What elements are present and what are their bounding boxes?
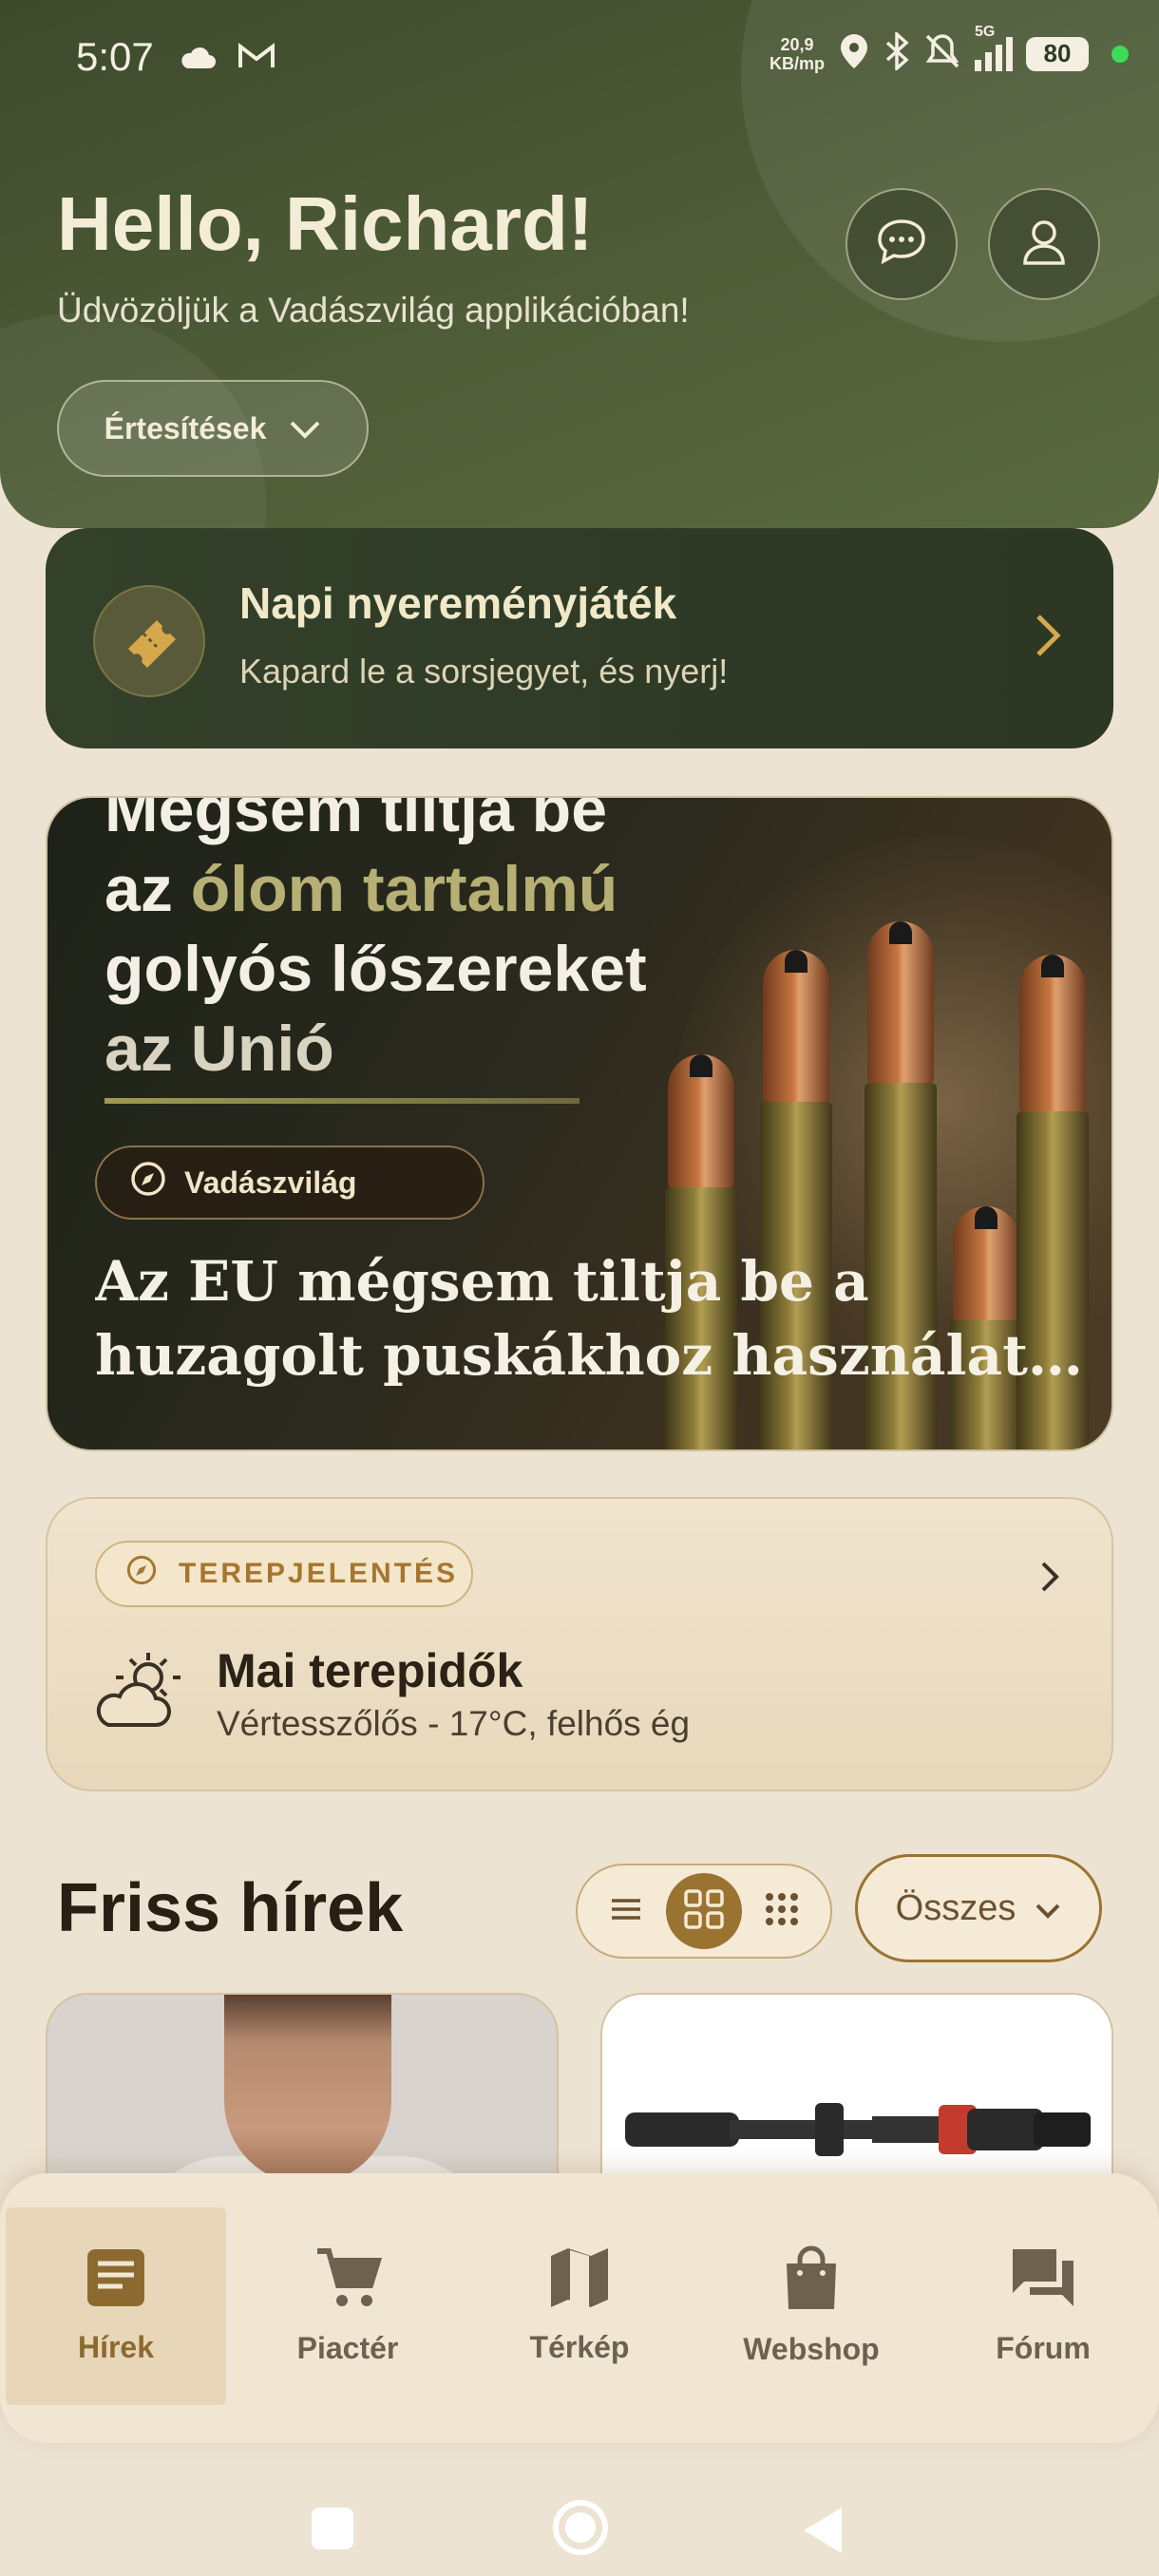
forum-icon xyxy=(1009,2245,1077,2318)
list-icon xyxy=(610,1898,642,1925)
field-report-chip: TEREPJELENTÉS xyxy=(95,1541,473,1607)
shopping-bag-icon xyxy=(783,2245,840,2319)
chevron-right-icon xyxy=(1039,1560,1060,1599)
view-mode-toggle xyxy=(576,1864,832,1959)
field-report-chip-label: TEREPJELENTÉS xyxy=(179,1558,459,1589)
status-indicators: 20,9 KB/mp 5G 80 xyxy=(770,24,1129,75)
status-time: 5:07 xyxy=(76,34,154,79)
notifications-dropdown[interactable]: Értesítések xyxy=(57,380,369,477)
hero-headline-highlight: ólom tartalmú xyxy=(190,853,618,925)
hero-headline-line: az Unió xyxy=(104,1013,334,1085)
rifle-scope-image xyxy=(625,2103,1091,2156)
network-type: 5G xyxy=(975,23,996,40)
signal-icon: 5G xyxy=(975,24,1013,71)
nav-tab-marketplace[interactable]: Piactér xyxy=(232,2206,464,2405)
hero-headline: Mégsem tiltja be az ólom tartalmú golyós… xyxy=(104,796,694,1089)
featured-news-title: Az EU mégsem tiltja be a huzagolt puskák… xyxy=(95,1244,1092,1392)
source-label: Vadászvilág xyxy=(184,1165,357,1200)
map-icon xyxy=(549,2246,610,2317)
lottery-title: Napi nyereményjáték xyxy=(239,578,677,628)
privacy-dot xyxy=(1112,45,1129,63)
hero-headline-line: Mégsem tiltja be xyxy=(104,796,608,845)
source-badge: Vadászvilág xyxy=(95,1146,484,1220)
location-icon xyxy=(838,32,870,75)
lottery-subtitle: Kapard le a sorsjegyet, és nyerj! xyxy=(239,652,729,691)
home-button[interactable] xyxy=(553,2500,608,2555)
filter-label: Összes xyxy=(895,1887,1016,1928)
news-photo-face xyxy=(224,1995,391,2185)
notifications-label: Értesítések xyxy=(104,410,267,445)
nav-tab-map[interactable]: Térkép xyxy=(464,2206,695,2405)
ticket-icon xyxy=(93,585,205,697)
chevron-right-icon xyxy=(1034,612,1062,664)
hero-headline-prefix: az xyxy=(104,853,191,925)
compass-icon xyxy=(125,1554,158,1594)
cloud-icon xyxy=(179,34,217,80)
nav-tab-label: Piactér xyxy=(296,2330,399,2365)
back-button[interactable] xyxy=(804,2508,842,2553)
speed-value: 20,9 xyxy=(780,34,814,54)
nav-tab-news[interactable]: Hírek xyxy=(0,2206,232,2405)
messages-button[interactable] xyxy=(846,188,958,300)
network-speed: 20,9 KB/mp xyxy=(770,35,825,73)
nav-tab-label: Hírek xyxy=(77,2329,155,2364)
hero-divider xyxy=(104,1098,580,1104)
list-view-button[interactable] xyxy=(588,1873,664,1949)
field-report-card[interactable]: TEREPJELENTÉS Mai terepidők Vértesszőlős… xyxy=(46,1497,1113,1791)
daily-lottery-card[interactable]: Napi nyereményjáték Kapard le a sorsjegy… xyxy=(46,528,1113,748)
chat-icon xyxy=(875,216,928,274)
article-icon xyxy=(85,2246,147,2317)
recents-button[interactable] xyxy=(312,2508,353,2549)
battery-indicator: 80 xyxy=(1026,36,1089,71)
profile-button[interactable] xyxy=(988,188,1100,300)
compass-icon xyxy=(129,1160,167,1205)
grid-icon xyxy=(683,1888,725,1935)
hero-headline-line: az ólom tartalmú xyxy=(104,849,694,929)
nav-tab-label: Térkép xyxy=(529,2329,630,2364)
featured-news-title-line: huzagolt puskákhoz használato... xyxy=(95,1323,1092,1388)
featured-news-card[interactable]: Mégsem tiltja be az ólom tartalmú golyós… xyxy=(46,796,1113,1451)
bottom-navigation: Hírek Piactér Térkép Webshop Fórum xyxy=(0,2173,1159,2443)
partly-cloudy-icon xyxy=(89,1647,184,1737)
fresh-news-heading: Friss hírek xyxy=(57,1870,404,1946)
field-report-weather: Vértesszőlős - 17°C, felhős ég xyxy=(217,1704,691,1743)
chevron-down-icon xyxy=(289,411,321,446)
field-report-title: Mai terepidők xyxy=(217,1644,523,1697)
header: 5:07 20,9 KB/mp 5G 80 Hello, Richard! Üd… xyxy=(0,0,1159,528)
cart-icon xyxy=(314,2245,383,2318)
hero-headline-line: golyós lőszereket xyxy=(104,933,647,1005)
featured-news-title-line: Az EU mégsem tiltja be a xyxy=(95,1249,869,1314)
dots-grid-icon xyxy=(764,1891,800,1932)
mute-icon xyxy=(923,32,961,75)
nav-tab-forum[interactable]: Fórum xyxy=(927,2206,1159,2405)
system-navigation-bar xyxy=(0,2470,1159,2576)
compact-grid-view-button[interactable] xyxy=(744,1873,820,1949)
bluetooth-icon xyxy=(884,30,910,75)
grid-view-button[interactable] xyxy=(666,1873,742,1949)
speed-unit: KB/mp xyxy=(770,53,825,73)
nav-tab-webshop[interactable]: Webshop xyxy=(695,2206,927,2405)
gmail-icon xyxy=(238,34,276,80)
category-filter-dropdown[interactable]: Összes xyxy=(855,1854,1102,1962)
nav-tab-label: Fórum xyxy=(996,2330,1091,2365)
greeting-title: Hello, Richard! xyxy=(57,181,594,266)
chevron-down-icon xyxy=(1035,1888,1061,1929)
nav-tab-label: Webshop xyxy=(743,2331,880,2366)
user-icon xyxy=(1017,216,1071,274)
welcome-text: Üdvözöljük a Vadászvilág applikációban! xyxy=(57,291,690,330)
